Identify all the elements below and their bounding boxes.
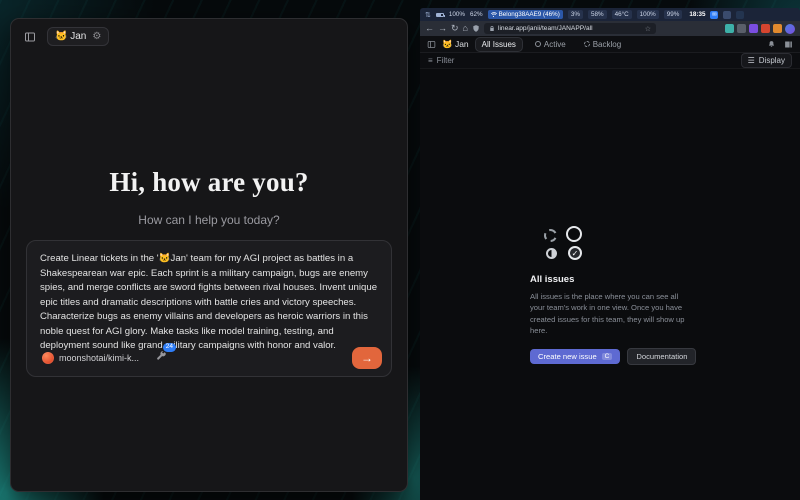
battery-percent: 100% (449, 11, 465, 18)
tab-backlog-label: Backlog (593, 40, 621, 49)
tab-active[interactable]: Active (529, 38, 572, 51)
sidebar-toggle-icon[interactable] (21, 28, 39, 46)
address-bar[interactable]: linear.app/janii/team/JANAPP/all ☆ (484, 23, 656, 34)
tools-button[interactable]: 24 (155, 349, 167, 367)
tray-icon-1[interactable] (723, 11, 731, 19)
metric-99: 99% (664, 10, 683, 19)
desktop: 🐱 Jan ⚙ Hi, how are you? How can I help … (0, 0, 800, 500)
linear-team-label[interactable]: 🐱 Jan (442, 39, 469, 50)
extension-icon-1[interactable] (725, 24, 734, 33)
linear-page: 🐱 Jan All Issues Active Backlog (420, 36, 800, 500)
greeting-title: Hi, how are you? (11, 167, 407, 198)
issue-status-icons: ✓ (544, 226, 592, 264)
team-selector-label: 🐱 Jan (55, 31, 86, 42)
tab-active-label: Active (544, 40, 566, 49)
linear-sidebar-toggle-icon[interactable] (427, 40, 436, 49)
display-label: Display (759, 56, 785, 65)
jan-app-window: 🐱 Jan ⚙ Hi, how are you? How can I help … (10, 18, 408, 492)
wrench-icon (155, 350, 167, 362)
create-new-issue-label: Create new issue (538, 352, 597, 361)
forward-button[interactable]: → (438, 24, 447, 33)
lock-icon (489, 25, 495, 32)
tab-all-issues[interactable]: All Issues (475, 37, 523, 52)
filter-label: Filter (437, 56, 455, 65)
model-selector[interactable]: moonshotai/kimi-k... (36, 349, 145, 367)
todo-circle-icon (566, 226, 582, 242)
model-selector-label: moonshotai/kimi-k... (59, 353, 139, 363)
battery-icon (436, 13, 444, 17)
greeting-subtitle: How can I help you today? (11, 213, 407, 227)
display-icon: ☰ (748, 56, 755, 65)
active-status-icon (535, 41, 541, 47)
filter-button[interactable]: ≡ Filter (428, 56, 454, 65)
extension-icon-4[interactable] (761, 24, 770, 33)
home-button[interactable]: ⌂ (463, 24, 468, 33)
side-panel-icon[interactable] (784, 40, 793, 49)
send-button[interactable]: → (352, 347, 382, 369)
display-button[interactable]: ☰ Display (741, 53, 792, 68)
filter-icon: ≡ (428, 56, 433, 65)
browser-toolbar: ← → ↻ ⌂ linear.app/janii/team/JANAPP/all… (420, 21, 800, 36)
notifications-bell-icon[interactable] (767, 40, 776, 49)
bookmark-star-icon[interactable]: ☆ (645, 25, 651, 33)
done-check-icon: ✓ (568, 246, 582, 260)
metric-3: 3% (568, 10, 583, 19)
in-progress-circle-icon (546, 248, 557, 259)
reload-button[interactable]: ↻ (451, 24, 459, 33)
secondary-percent: 62% (470, 11, 483, 18)
back-button[interactable]: ← (425, 24, 434, 33)
network-name: Belong38AAE9 (46%) (499, 11, 560, 18)
wifi-network-pill[interactable]: Belong38AAE9 (46%) (488, 10, 563, 19)
shortcut-keycap: C (602, 353, 613, 360)
jan-titlebar: 🐱 Jan ⚙ (21, 27, 109, 46)
backlog-circle-icon (544, 229, 557, 242)
tray-icon-2[interactable] (736, 11, 744, 19)
team-selector-chip[interactable]: 🐱 Jan ⚙ (47, 27, 109, 46)
wifi-icon (491, 12, 497, 17)
profile-avatar[interactable] (785, 24, 795, 34)
all-issues-empty-state: ✓ All issues All issues is the place whe… (530, 226, 705, 365)
tab-all-issues-label: All Issues (482, 40, 516, 49)
extensions-row (725, 24, 795, 34)
empty-state-description: All issues is the place where you can se… (530, 291, 690, 337)
browser-window: ⇅ 100% 62% Belong38AAE9 (46%) 3% 58% 46°… (420, 8, 800, 500)
empty-state-title: All issues (530, 274, 705, 285)
system-status-bar: ⇅ 100% 62% Belong38AAE9 (46%) 3% 58% 46°… (420, 8, 800, 21)
metric-58: 58% (588, 10, 607, 19)
linear-topbar-right (767, 40, 793, 49)
send-arrow-icon: → (361, 351, 373, 365)
empty-state-actions: Create new issue C Documentation (530, 348, 705, 365)
clock: 18:35 (689, 11, 705, 18)
prompt-input-text[interactable]: Create Linear tickets in the '🐱Jan' team… (40, 252, 378, 354)
extension-icon-5[interactable] (773, 24, 782, 33)
tools-count-badge: 24 (163, 343, 176, 352)
extension-icon-2[interactable] (737, 24, 746, 33)
documentation-button[interactable]: Documentation (627, 348, 696, 365)
gear-icon[interactable]: ⚙ (92, 31, 101, 42)
prompt-actions-row: moonshotai/kimi-k... 24 → (36, 347, 382, 369)
create-new-issue-button[interactable]: Create new issue C (530, 349, 620, 364)
shield-icon[interactable] (472, 24, 480, 33)
model-provider-icon (42, 352, 54, 364)
updown-arrows-icon: ⇅ (425, 11, 431, 19)
linear-topbar: 🐱 Jan All Issues Active Backlog (420, 36, 800, 53)
tab-backlog[interactable]: Backlog (578, 38, 627, 51)
jan-welcome-block: Hi, how are you? How can I help you toda… (11, 167, 407, 227)
linear-filter-bar: ≡ Filter ☰ Display (420, 53, 800, 69)
metric-100: 100% (637, 10, 659, 19)
mail-tray-icon[interactable]: ✉ (710, 11, 718, 19)
extension-icon-3[interactable] (749, 24, 758, 33)
temperature: 46°C (612, 10, 632, 19)
prompt-input-card[interactable]: Create Linear tickets in the '🐱Jan' team… (26, 240, 392, 377)
url-text: linear.app/janii/team/JANAPP/all (498, 25, 593, 32)
backlog-status-icon (584, 41, 590, 47)
